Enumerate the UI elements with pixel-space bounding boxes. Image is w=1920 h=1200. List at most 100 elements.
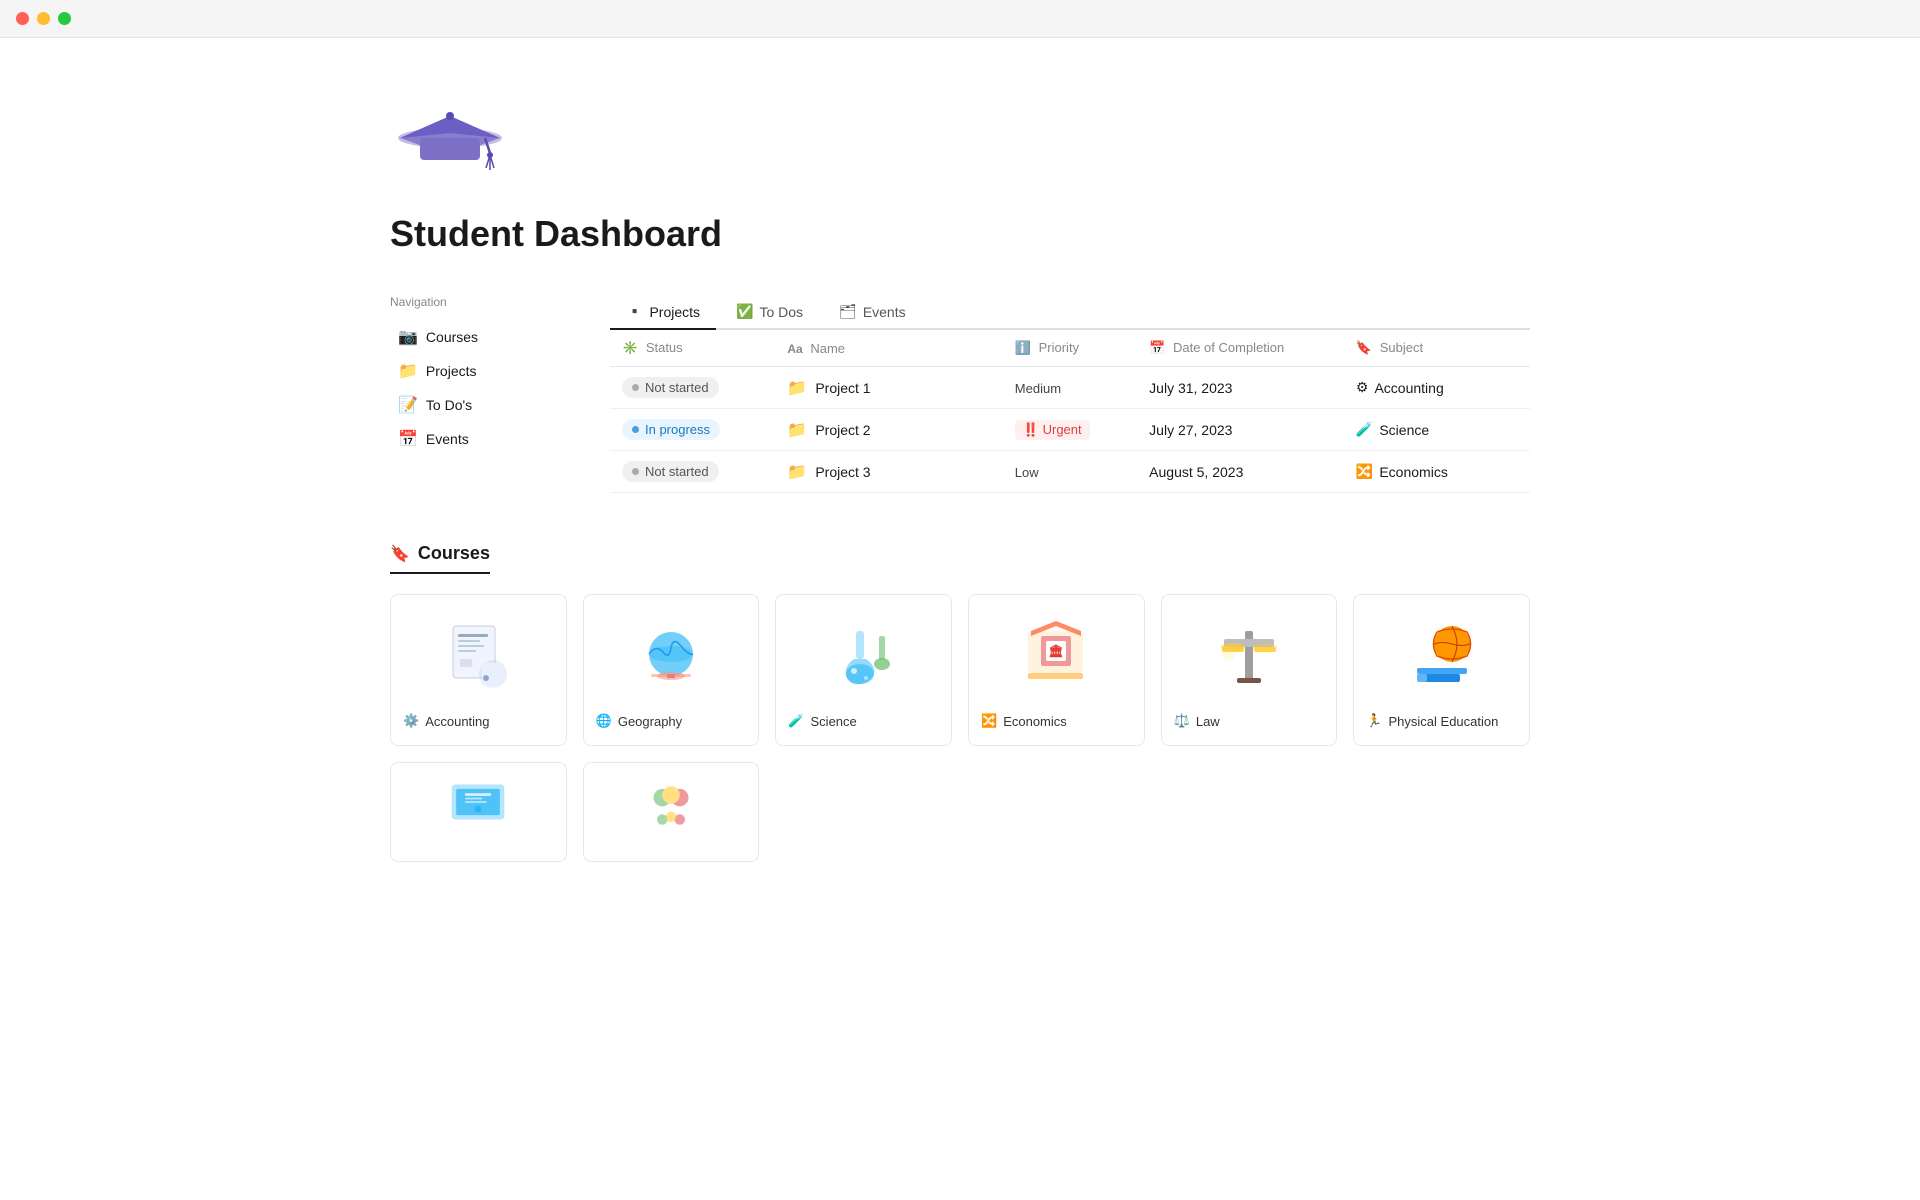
- status-cell-1: In progress: [610, 409, 775, 451]
- courses-icon: 📷: [398, 327, 418, 347]
- subject-icon: 🧪: [1356, 421, 1373, 438]
- course-card-image-pe: [1366, 611, 1517, 701]
- course-card-accounting[interactable]: ⚙️ Accounting: [390, 594, 567, 746]
- priority-cell-2: Low: [1003, 451, 1137, 493]
- course-card-partial-social[interactable]: [583, 762, 760, 862]
- sidebar: Navigation 📷 Courses 📁 Projects 📝 To Do'…: [390, 295, 570, 493]
- minimize-button[interactable]: [37, 12, 50, 25]
- main-content: Student Dashboard Navigation 📷 Courses 📁…: [310, 38, 1610, 922]
- course-card-image-economics: 🏛: [981, 611, 1132, 701]
- subject-cell-2: 🔀Economics: [1344, 451, 1530, 493]
- course-card-law[interactable]: ⚖️ Law: [1161, 594, 1338, 746]
- maximize-button[interactable]: [58, 12, 71, 25]
- tab-todos[interactable]: ✅ To Dos: [720, 295, 819, 330]
- course-card-partial-cs[interactable]: [390, 762, 567, 862]
- project-name: 📁 Project 2: [787, 420, 990, 440]
- course-card-label-science: 🧪 Science: [788, 713, 939, 729]
- name-cell-2[interactable]: 📁Project 3: [775, 451, 1002, 493]
- subject-col-icon: 🔖: [1356, 340, 1372, 355]
- course-card-name-accounting: Accounting: [425, 714, 489, 729]
- status-cell-0: Not started: [610, 367, 775, 409]
- tab-projects[interactable]: ▪️ Projects: [610, 295, 716, 330]
- tab-todos-label: To Dos: [759, 304, 803, 320]
- status-badge: Not started: [622, 461, 719, 482]
- sidebar-label-todos: To Do's: [426, 397, 472, 413]
- course-card-name-pe: Physical Education: [1389, 714, 1499, 729]
- course-card-pe[interactable]: 🏃 Physical Education: [1353, 594, 1530, 746]
- status-cell-2: Not started: [610, 451, 775, 493]
- project-name: 📁Project 1: [787, 378, 990, 398]
- courses-section: 🔖 Courses ⚙️ Accounting 🌐: [390, 543, 1530, 862]
- status-badge: In progress: [622, 419, 720, 440]
- sidebar-item-projects[interactable]: 📁 Projects: [390, 355, 570, 387]
- col-header-status: ✳️ Status: [610, 330, 775, 367]
- graduation-cap-icon: [390, 98, 510, 188]
- events-icon: 📅: [398, 429, 418, 449]
- subject-label: 🧪 Science: [1356, 421, 1518, 438]
- course-card-image-science: [788, 611, 939, 701]
- project-file-icon: 📁: [787, 462, 807, 482]
- priority-cell-1: ‼️ Urgent: [1003, 409, 1137, 451]
- sidebar-label-projects: Projects: [426, 363, 477, 379]
- name-cell-0[interactable]: 📁Project 1: [775, 367, 1002, 409]
- priority-badge-urgent: ‼️ Urgent: [1015, 420, 1090, 440]
- courses-grid-bottom: [390, 762, 1530, 862]
- col-header-date: 📅 Date of Completion: [1137, 330, 1344, 367]
- subject-name: Science: [1379, 422, 1429, 438]
- sidebar-item-courses[interactable]: 📷 Courses: [390, 321, 570, 353]
- table-body: Not started📁Project 1MediumJuly 31, 2023…: [610, 367, 1530, 493]
- tabs-bar: ▪️ Projects ✅ To Dos 🗂 Events: [610, 295, 1530, 330]
- date-cell-1: July 27, 2023: [1137, 409, 1344, 451]
- tab-events[interactable]: 🗂 Events: [823, 295, 922, 330]
- course-card-science[interactable]: 🧪 Science: [775, 594, 952, 746]
- course-card-label-economics: 🔀 Economics: [981, 713, 1132, 729]
- close-button[interactable]: [16, 12, 29, 25]
- course-card-image-law: [1174, 611, 1325, 701]
- subject-label: ⚙Accounting: [1356, 379, 1518, 396]
- sidebar-label-events: Events: [426, 431, 469, 447]
- name-cell-1[interactable]: 📁 Project 2: [775, 409, 1002, 451]
- priority-cell-0: Medium: [1003, 367, 1137, 409]
- project-name-text: Project 2: [815, 422, 870, 438]
- todos-icon: 📝: [398, 395, 418, 415]
- col-header-priority: ℹ️ Priority: [1003, 330, 1137, 367]
- status-dot: [632, 384, 639, 391]
- page-title: Student Dashboard: [390, 213, 1530, 255]
- courses-section-heading: Courses: [418, 543, 490, 564]
- col-header-name: Aa Name: [775, 330, 1002, 367]
- course-card-icon-economics: 🔀: [981, 713, 997, 729]
- course-card-economics[interactable]: 🏛 🔀 Economics: [968, 594, 1145, 746]
- projects-table: ✳️ Status Aa Name ℹ️ Priority 📅: [610, 330, 1530, 493]
- sidebar-item-todos[interactable]: 📝 To Do's: [390, 389, 570, 421]
- course-card-icon-geography: 🌐: [596, 713, 612, 729]
- subject-cell-1: 🧪 Science: [1344, 409, 1530, 451]
- tab-events-icon: 🗂: [839, 303, 857, 320]
- course-card-name-geography: Geography: [618, 714, 682, 729]
- subject-label: 🔀Economics: [1356, 463, 1518, 480]
- priority-text: Medium: [1015, 381, 1061, 396]
- table-row[interactable]: Not started📁Project 3LowAugust 5, 2023🔀E…: [610, 451, 1530, 493]
- partial-image-social: [636, 767, 706, 845]
- tab-events-label: Events: [863, 304, 906, 320]
- course-card-geography[interactable]: 🌐 Geography: [583, 594, 760, 746]
- priority-col-icon: ℹ️: [1015, 340, 1031, 355]
- course-card-label-geography: 🌐 Geography: [596, 713, 747, 729]
- sidebar-item-events[interactable]: 📅 Events: [390, 423, 570, 455]
- course-card-image-accounting: [403, 611, 554, 701]
- table-row[interactable]: Not started📁Project 1MediumJuly 31, 2023…: [610, 367, 1530, 409]
- projects-icon: 📁: [398, 361, 418, 381]
- tab-todos-icon: ✅: [736, 303, 753, 320]
- status-dot: [632, 468, 639, 475]
- tab-projects-icon: ▪️: [626, 303, 643, 320]
- table-row[interactable]: In progress 📁 Project 2 ‼️ Urgent July 27, 2…: [610, 409, 1530, 451]
- project-file-icon: 📁: [787, 420, 807, 440]
- name-col-icon: Aa: [787, 342, 802, 356]
- sidebar-heading: Navigation: [390, 295, 570, 309]
- subject-cell-0: ⚙Accounting: [1344, 367, 1530, 409]
- project-name: 📁Project 3: [787, 462, 990, 482]
- subject-name: Accounting: [1374, 380, 1443, 396]
- course-card-icon-law: ⚖️: [1174, 713, 1190, 729]
- course-card-label-accounting: ⚙️ Accounting: [403, 713, 554, 729]
- course-card-icon-science: 🧪: [788, 713, 804, 729]
- col-header-subject: 🔖 Subject: [1344, 330, 1530, 367]
